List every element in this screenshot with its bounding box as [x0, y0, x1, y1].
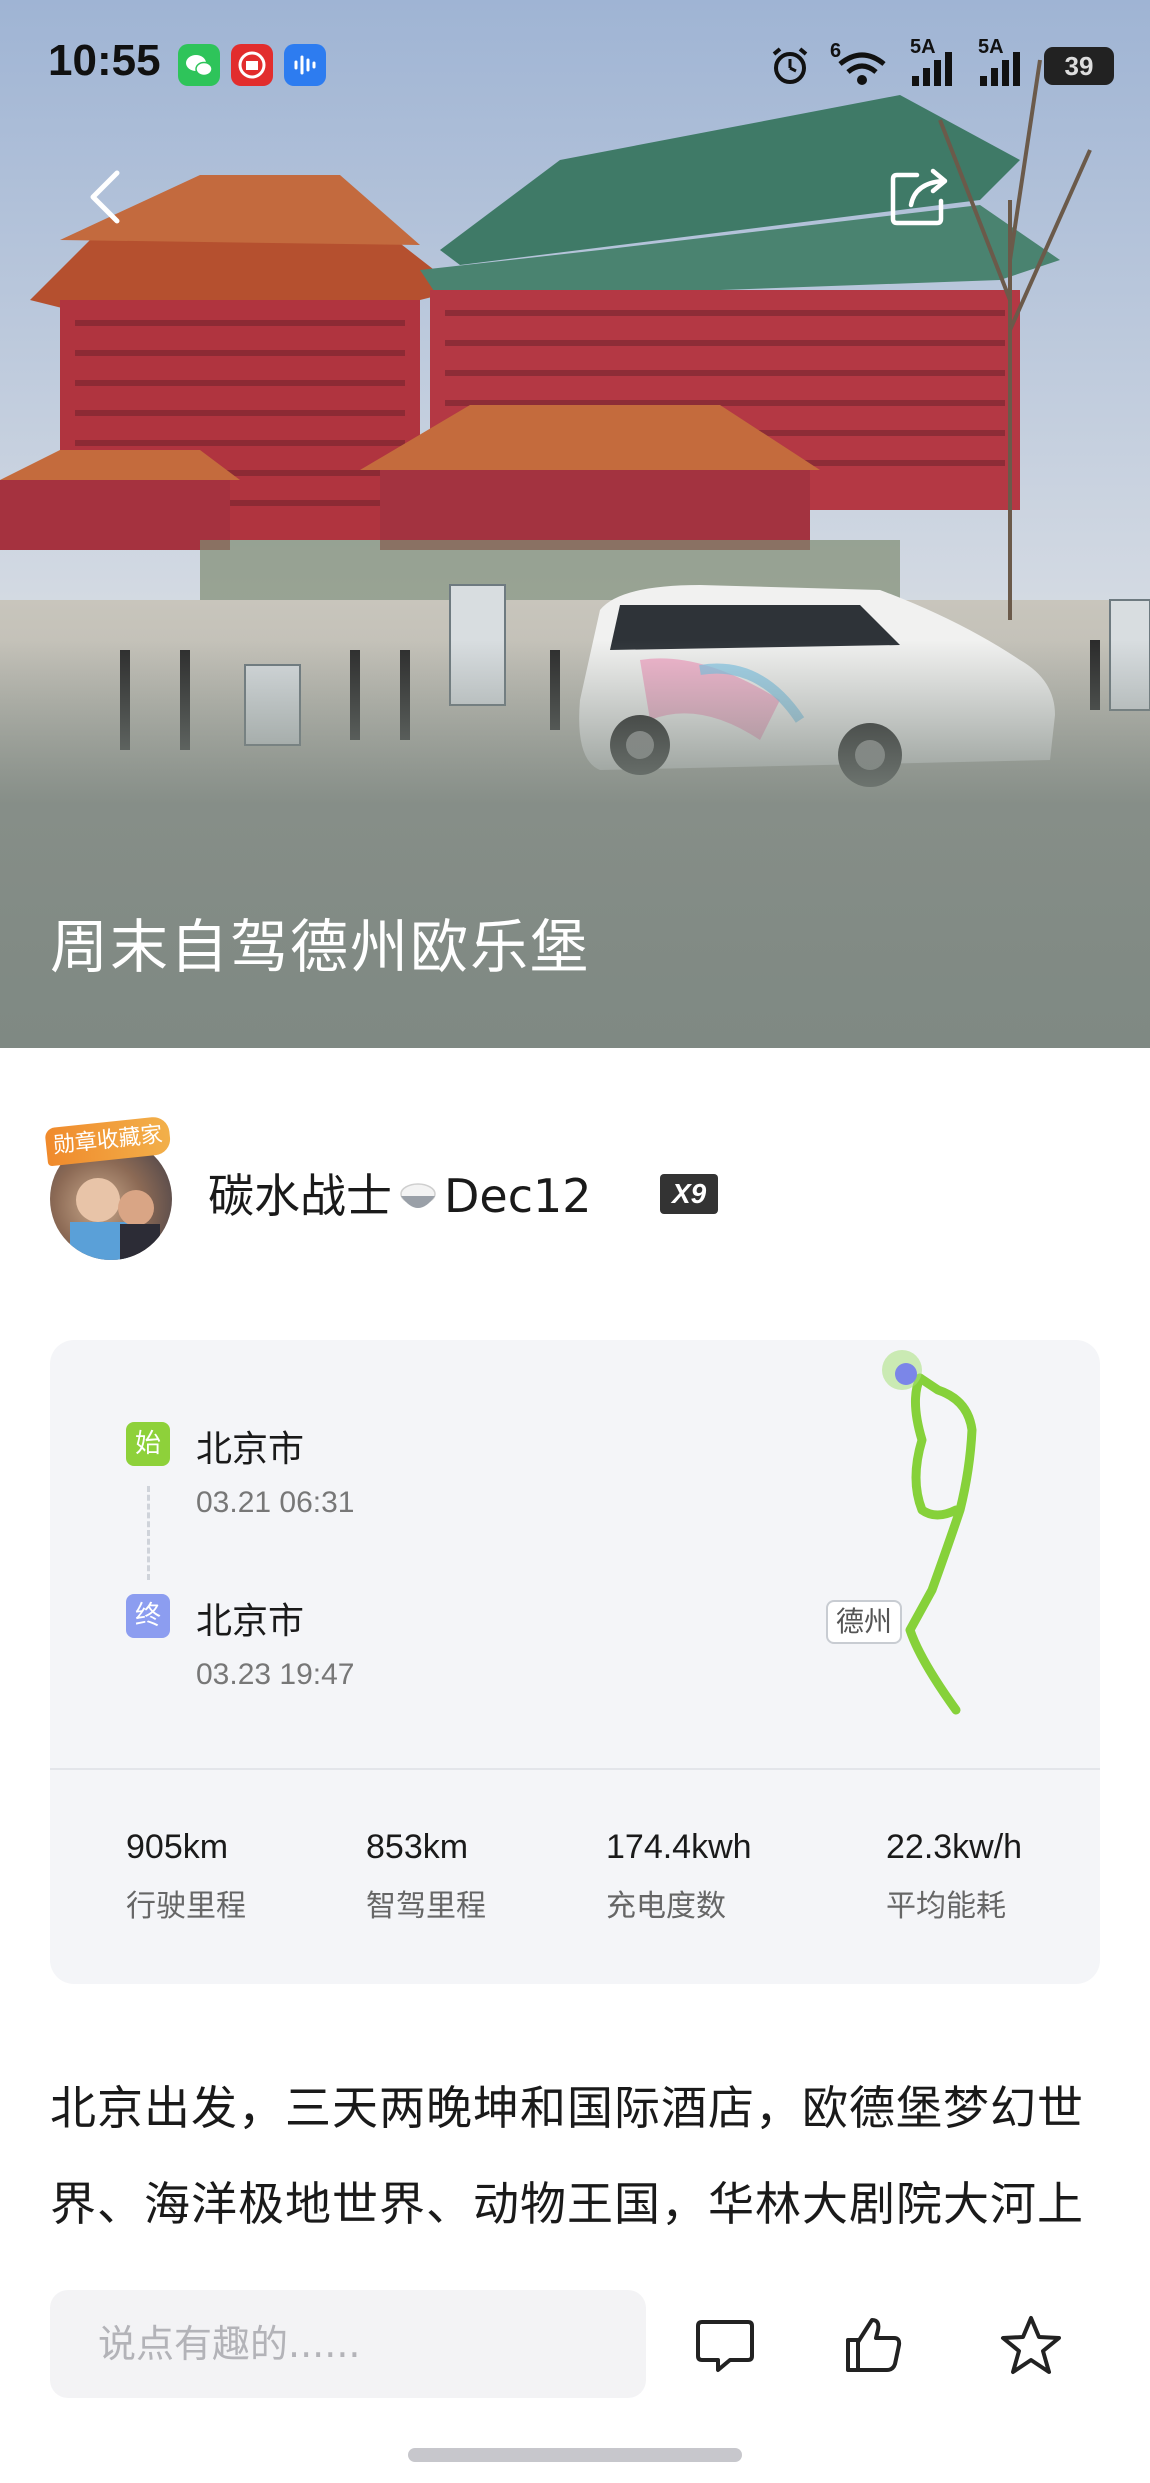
end-tag: 终	[126, 1594, 170, 1638]
comment-button[interactable]	[680, 2300, 770, 2390]
route-map[interactable]	[810, 1340, 1090, 1760]
app-notification-icon	[231, 44, 273, 86]
stat-energy-consumption: 22.3kw/h 平均能耗	[886, 1828, 1022, 1925]
star-icon	[1001, 2316, 1061, 2374]
wechat-icon	[178, 44, 220, 86]
card-divider	[50, 1768, 1100, 1770]
author-name-part1: 碳水战士	[208, 1169, 392, 1223]
stat-label: 行驶里程	[126, 1889, 246, 1924]
wifi-signal-label: 6	[830, 40, 842, 62]
start-city: 北京市	[196, 1429, 305, 1470]
alarm-icon	[772, 47, 808, 84]
author-row[interactable]: 勋章收藏家 碳水战士 Dec12 X9	[44, 1115, 1100, 1268]
post-title: 周末自驾德州欧乐堡	[50, 913, 591, 981]
stat-value: 905km	[126, 1828, 229, 1866]
author-name-part2: Dec12	[444, 1169, 592, 1223]
stat-value: 853km	[366, 1828, 469, 1866]
stat-label: 充电度数	[606, 1889, 726, 1924]
thumbs-up-icon	[846, 2318, 902, 2372]
start-time: 03.21 06:31	[196, 1486, 355, 1519]
author-name[interactable]: 碳水战士 Dec12	[208, 1160, 592, 1226]
network-label-1: 5A	[910, 36, 936, 58]
like-button[interactable]	[828, 2300, 918, 2390]
stat-autopilot-distance: 853km 智驾里程	[366, 1828, 486, 1925]
wifi-indicator: 6	[830, 40, 890, 88]
rice-bowl-icon	[400, 1183, 436, 1208]
comment-icon	[696, 2320, 754, 2372]
network-label-2: 5A	[978, 36, 1004, 58]
status-bar: 10:55 6 5A 5A 39	[0, 0, 1150, 140]
back-button[interactable]	[60, 152, 150, 242]
map-city-label: 德州	[826, 1600, 903, 1644]
comment-input[interactable]: 说点有趣的......	[50, 2290, 646, 2398]
car-model-tag: X9	[660, 1174, 719, 1214]
stat-value: 174.4kwh	[606, 1828, 752, 1866]
share-icon	[890, 168, 948, 226]
end-time: 03.23 19:47	[196, 1658, 355, 1691]
post-body-line: 界、海洋极地世界、动物王国，华林大剧院大河上	[50, 2177, 1084, 2231]
hero-banner: 周末自驾德州欧乐堡	[0, 0, 1150, 1048]
stat-value: 22.3kw/h	[886, 1828, 1023, 1866]
trip-card[interactable]: 始 北京市 03.21 06:31 终 北京市 03.23 19:47 德州 9…	[50, 1340, 1100, 1984]
stat-charging: 174.4kwh 充电度数	[606, 1828, 752, 1925]
end-city: 北京市	[196, 1601, 305, 1642]
chevron-left-icon	[90, 170, 120, 224]
cell-signal-1: 5A	[908, 36, 958, 90]
stat-distance: 905km 行驶里程	[126, 1828, 246, 1925]
hero-gradient-overlay	[0, 640, 1150, 1048]
post-body-line: 北京出发，三天两晚坤和国际酒店，欧德堡梦幻世	[50, 2081, 1084, 2135]
favorite-button[interactable]	[986, 2300, 1076, 2390]
share-button[interactable]	[874, 152, 964, 242]
cell-signal-2: 5A	[976, 36, 1026, 90]
status-indicators: 6 5A 5A 39	[768, 36, 1114, 92]
home-indicator[interactable]	[408, 2448, 742, 2462]
status-time: 10:55	[48, 36, 161, 85]
stat-label: 智驾里程	[366, 1889, 486, 1924]
voice-app-icon	[284, 44, 326, 86]
post-body: 北京出发，三天两晚坤和国际酒店，欧德堡梦幻世 界、海洋极地世界、动物王国，华林大…	[50, 2060, 1110, 2252]
battery-indicator: 39	[1044, 47, 1114, 85]
start-marker-dot	[895, 1363, 917, 1385]
start-tag: 始	[126, 1422, 170, 1466]
stat-label: 平均能耗	[886, 1889, 1006, 1924]
route-connector	[147, 1486, 150, 1580]
